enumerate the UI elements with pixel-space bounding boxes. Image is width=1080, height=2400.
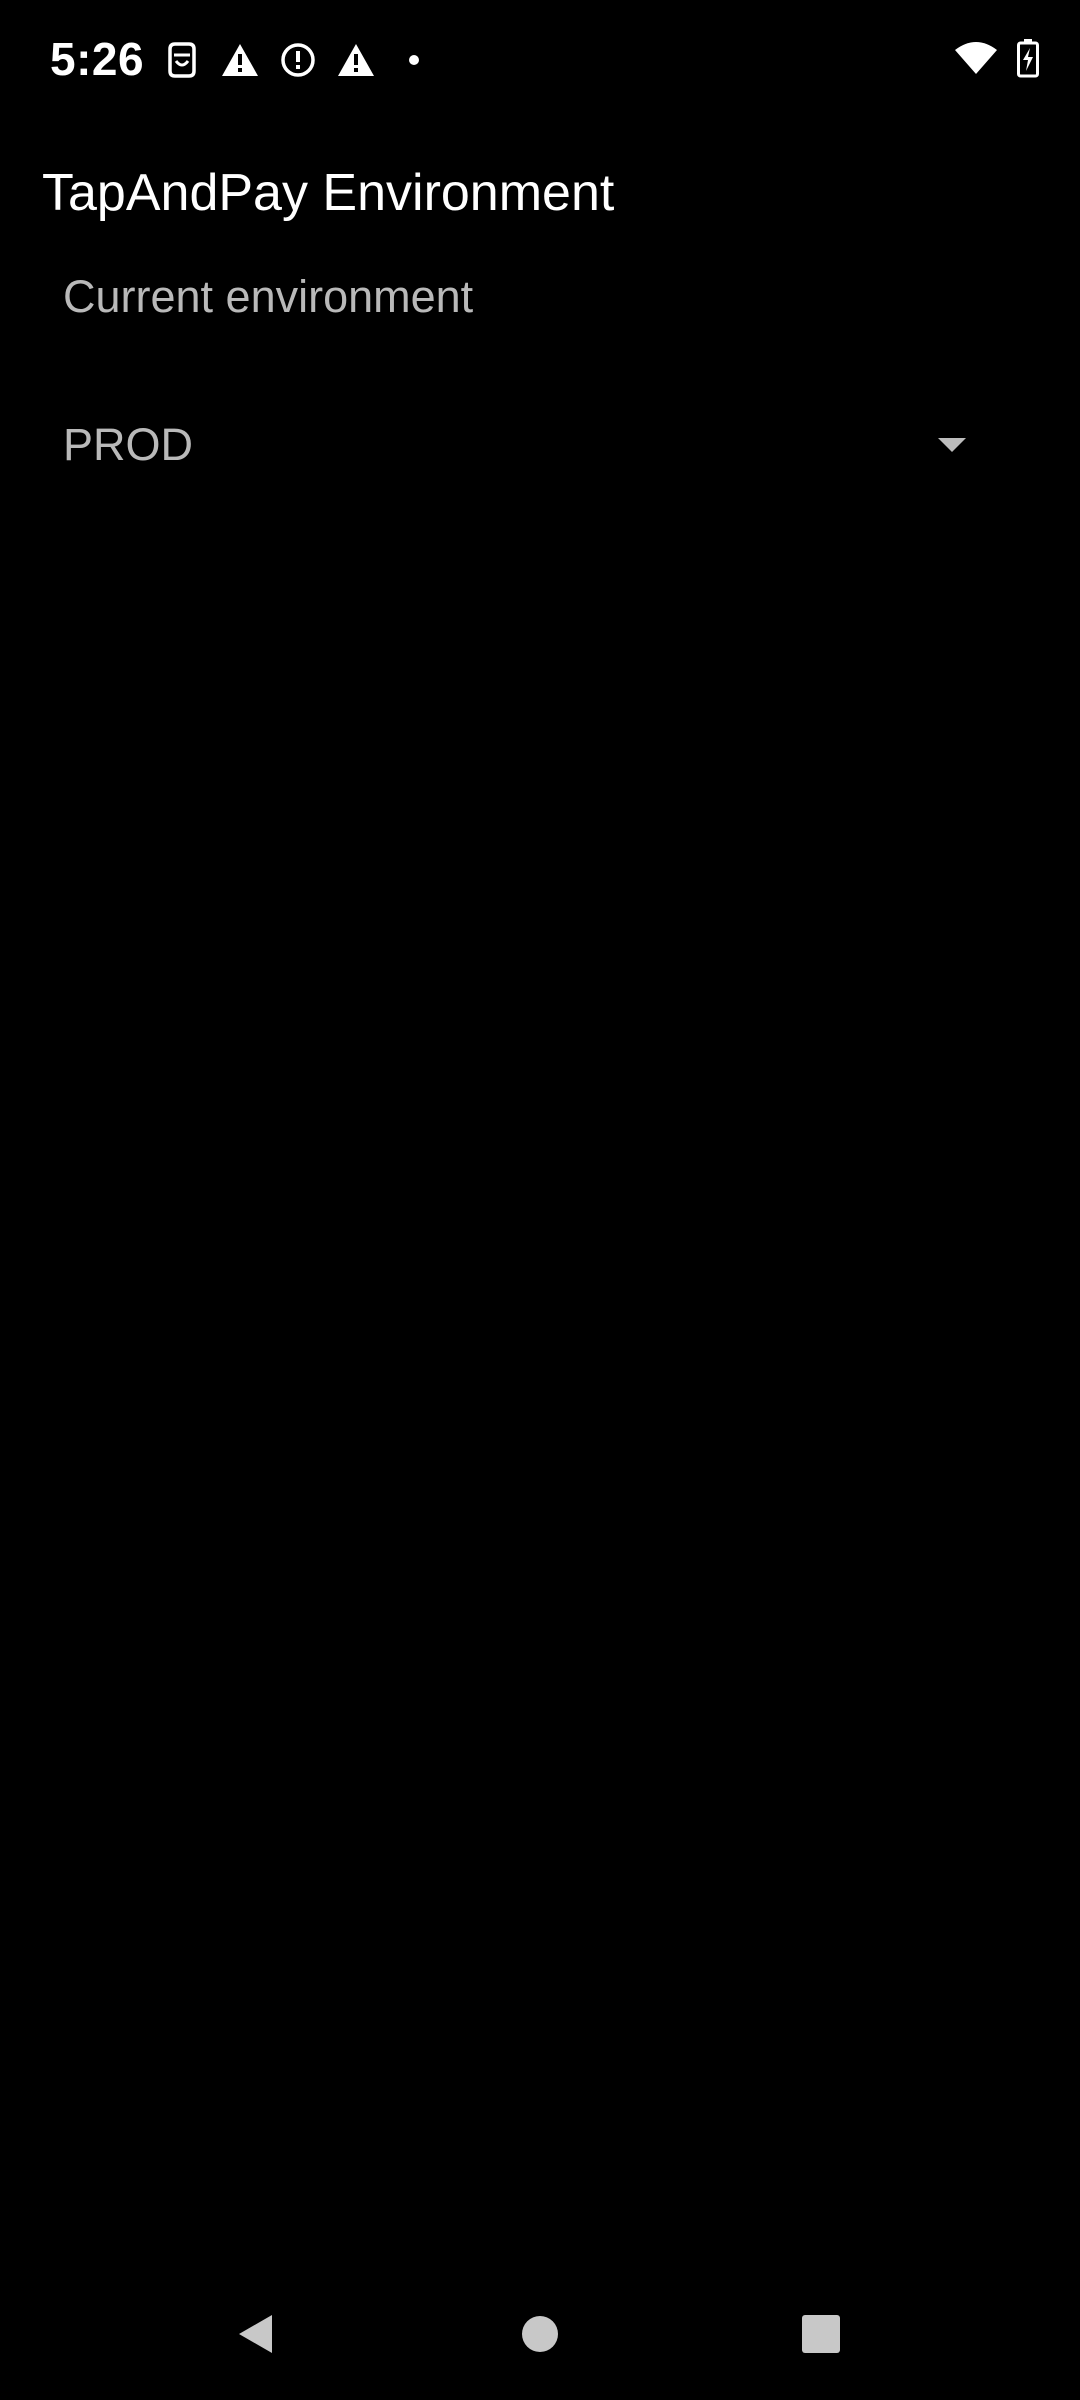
back-icon	[239, 2315, 272, 2353]
warning-icon	[334, 38, 378, 82]
sim-card-icon	[160, 38, 204, 82]
status-bar: 5:26	[0, 0, 1080, 120]
notification-dot-icon	[392, 38, 436, 82]
recents-button[interactable]	[755, 2268, 887, 2400]
home-button[interactable]	[474, 2268, 606, 2400]
environment-label: Current environment	[63, 271, 474, 322]
back-button[interactable]	[190, 2268, 322, 2400]
environment-dropdown[interactable]: PROD	[42, 392, 992, 502]
dropdown-arrow-icon	[938, 438, 966, 452]
notification-icons	[160, 38, 436, 82]
home-icon	[522, 2316, 558, 2352]
battery-charging-icon	[1016, 38, 1040, 83]
system-icons	[954, 38, 1040, 82]
page-title: TapAndPay Environment	[42, 164, 615, 222]
warning-icon	[218, 38, 262, 82]
alert-circle-icon	[276, 38, 320, 82]
wifi-icon	[954, 40, 998, 81]
recents-icon	[802, 2315, 840, 2353]
environment-selected-value: PROD	[63, 419, 194, 470]
navigation-bar	[0, 2268, 1080, 2400]
status-time: 5:26	[50, 33, 145, 85]
